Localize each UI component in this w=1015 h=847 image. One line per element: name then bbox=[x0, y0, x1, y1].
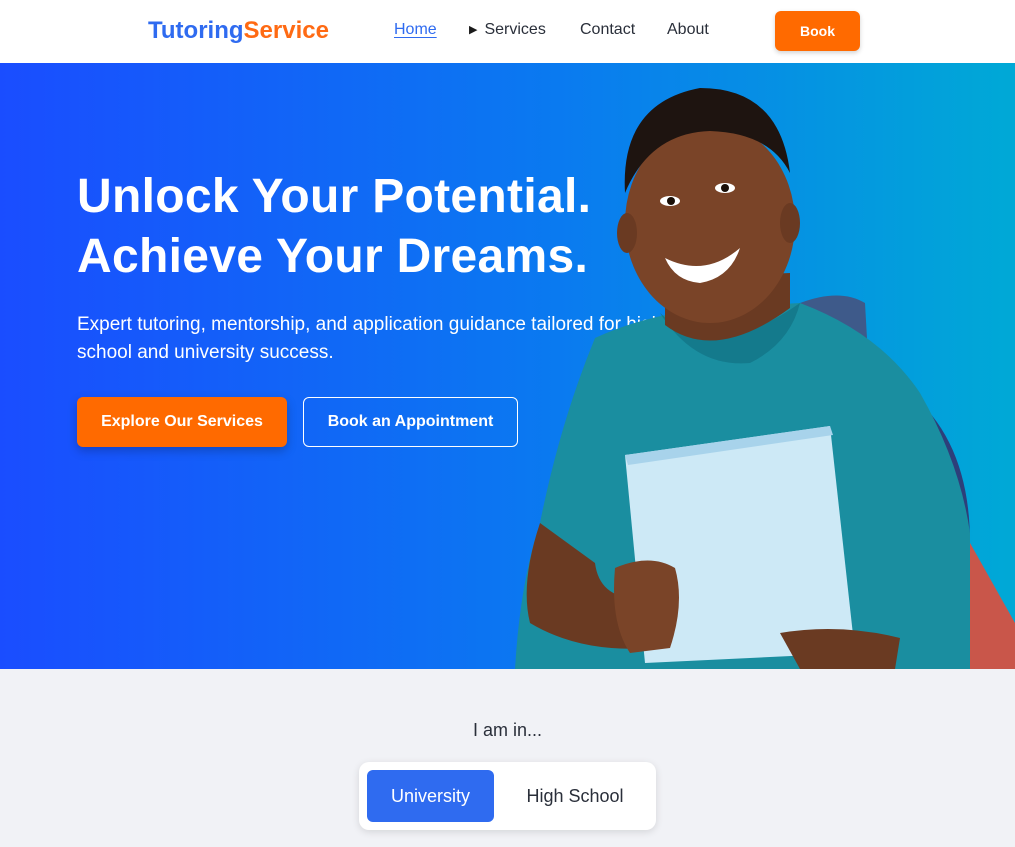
nav-link-about[interactable]: About bbox=[667, 21, 709, 39]
nav-link-services-label: Services bbox=[484, 21, 546, 38]
hero-section: Unlock Your Potential. Achieve Your Drea… bbox=[0, 63, 1015, 669]
book-button[interactable]: Book bbox=[775, 11, 860, 51]
nav-link-home[interactable]: Home bbox=[394, 21, 437, 39]
level-option-university[interactable]: University bbox=[367, 770, 494, 822]
book-appointment-button[interactable]: Book an Appointment bbox=[303, 397, 518, 447]
level-toggle: University High School bbox=[359, 762, 656, 830]
logo-text-service: Service bbox=[243, 17, 329, 44]
student-photo bbox=[515, 88, 1015, 669]
nav-link-services[interactable]: ▶ Services bbox=[469, 21, 546, 39]
level-selector-label: I am in... bbox=[472, 720, 543, 740]
level-option-high-school[interactable]: High School bbox=[504, 770, 646, 822]
logo-text-tutoring: Tutoring bbox=[148, 17, 244, 44]
site-header: TutoringService Home ▶ Services Contact A… bbox=[0, 0, 1015, 63]
site-logo[interactable]: TutoringService bbox=[148, 17, 329, 45]
caret-right-icon: ▶ bbox=[469, 24, 478, 36]
nav-link-contact[interactable]: Contact bbox=[580, 21, 635, 39]
explore-services-button[interactable]: Explore Our Services bbox=[77, 397, 287, 447]
